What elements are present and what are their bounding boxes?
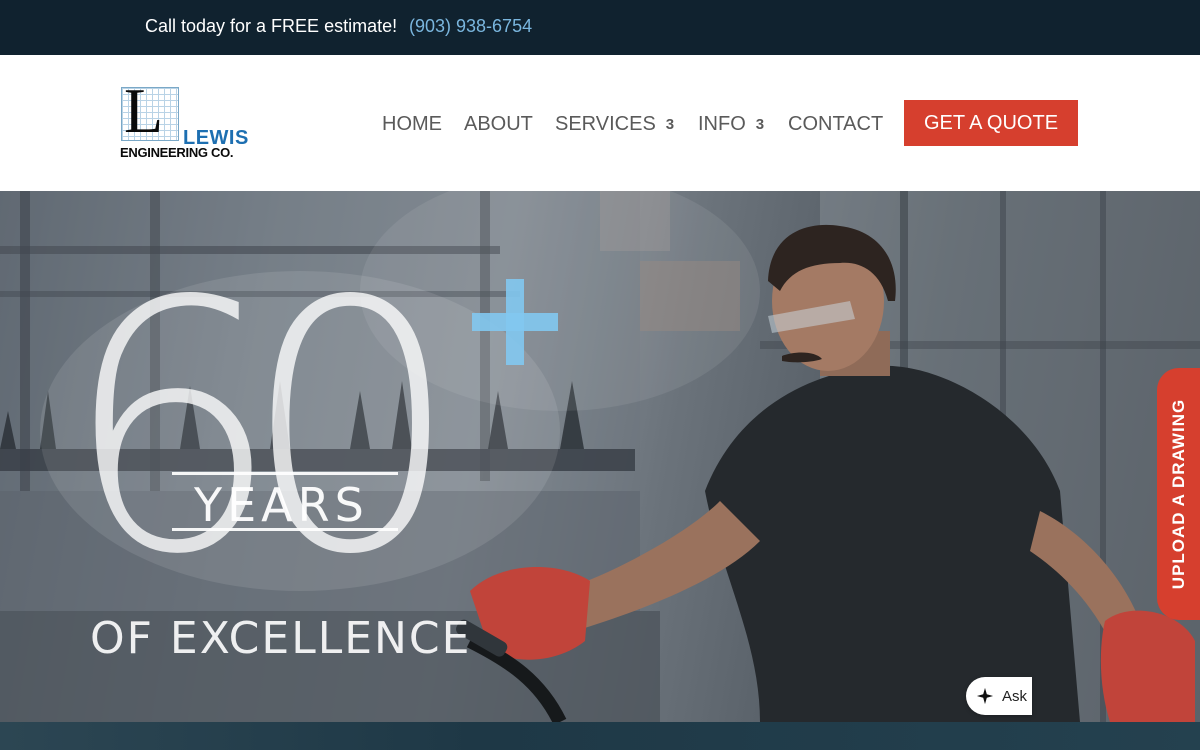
plus-icon — [472, 279, 558, 365]
upload-drawing-tab[interactable]: UPLOAD A DRAWING — [1157, 368, 1200, 620]
chevron-down-icon: 3 — [665, 116, 675, 133]
years-top-rule — [172, 472, 398, 475]
nav-contact-label: CONTACT — [788, 113, 884, 135]
ask-chat-widget[interactable]: Ask — [966, 677, 1032, 715]
years-label: YEARS — [194, 478, 369, 532]
top-bar: Call today for a FREE estimate! (903) 93… — [0, 0, 1200, 55]
nav-services-label: SERVICES — [555, 113, 656, 135]
site-logo[interactable]: L LEWIS ENGINEERING CO. — [120, 79, 250, 161]
phone-link[interactable]: (903) 938-6754 — [409, 16, 532, 37]
hero-banner: 60 YEARS OF EXCELLENCE — [0, 191, 1200, 722]
chevron-down-icon: 3 — [755, 116, 765, 133]
logo-subtitle: ENGINEERING CO. — [120, 145, 234, 160]
get-a-quote-button[interactable]: GET A QUOTE — [904, 100, 1078, 146]
logo-letter: L — [124, 75, 164, 146]
sixty-number: 60 — [62, 229, 461, 630]
nav-about-label: ABOUT — [464, 113, 533, 135]
nav-services[interactable]: SERVICES 3 — [555, 113, 674, 136]
nav-home-label: HOME — [382, 113, 442, 135]
next-section-strip — [0, 722, 1200, 750]
nav-about[interactable]: ABOUT — [464, 113, 533, 136]
sparkle-icon — [976, 687, 994, 705]
years-bottom-rule — [172, 528, 398, 531]
site-header: L LEWIS ENGINEERING CO. HOME ABOUT SERVI… — [0, 55, 1200, 191]
nav-info-label: INFO — [698, 113, 746, 135]
excellence-tagline: OF EXCELLENCE — [90, 613, 472, 664]
nav-home[interactable]: HOME — [382, 113, 442, 136]
nav-contact[interactable]: CONTACT — [788, 113, 883, 136]
nav-info[interactable]: INFO 3 — [698, 113, 764, 136]
ask-label: Ask — [1002, 687, 1028, 705]
upload-drawing-label: UPLOAD A DRAWING — [1168, 398, 1188, 590]
free-estimate-message: Call today for a FREE estimate! — [145, 16, 398, 36]
